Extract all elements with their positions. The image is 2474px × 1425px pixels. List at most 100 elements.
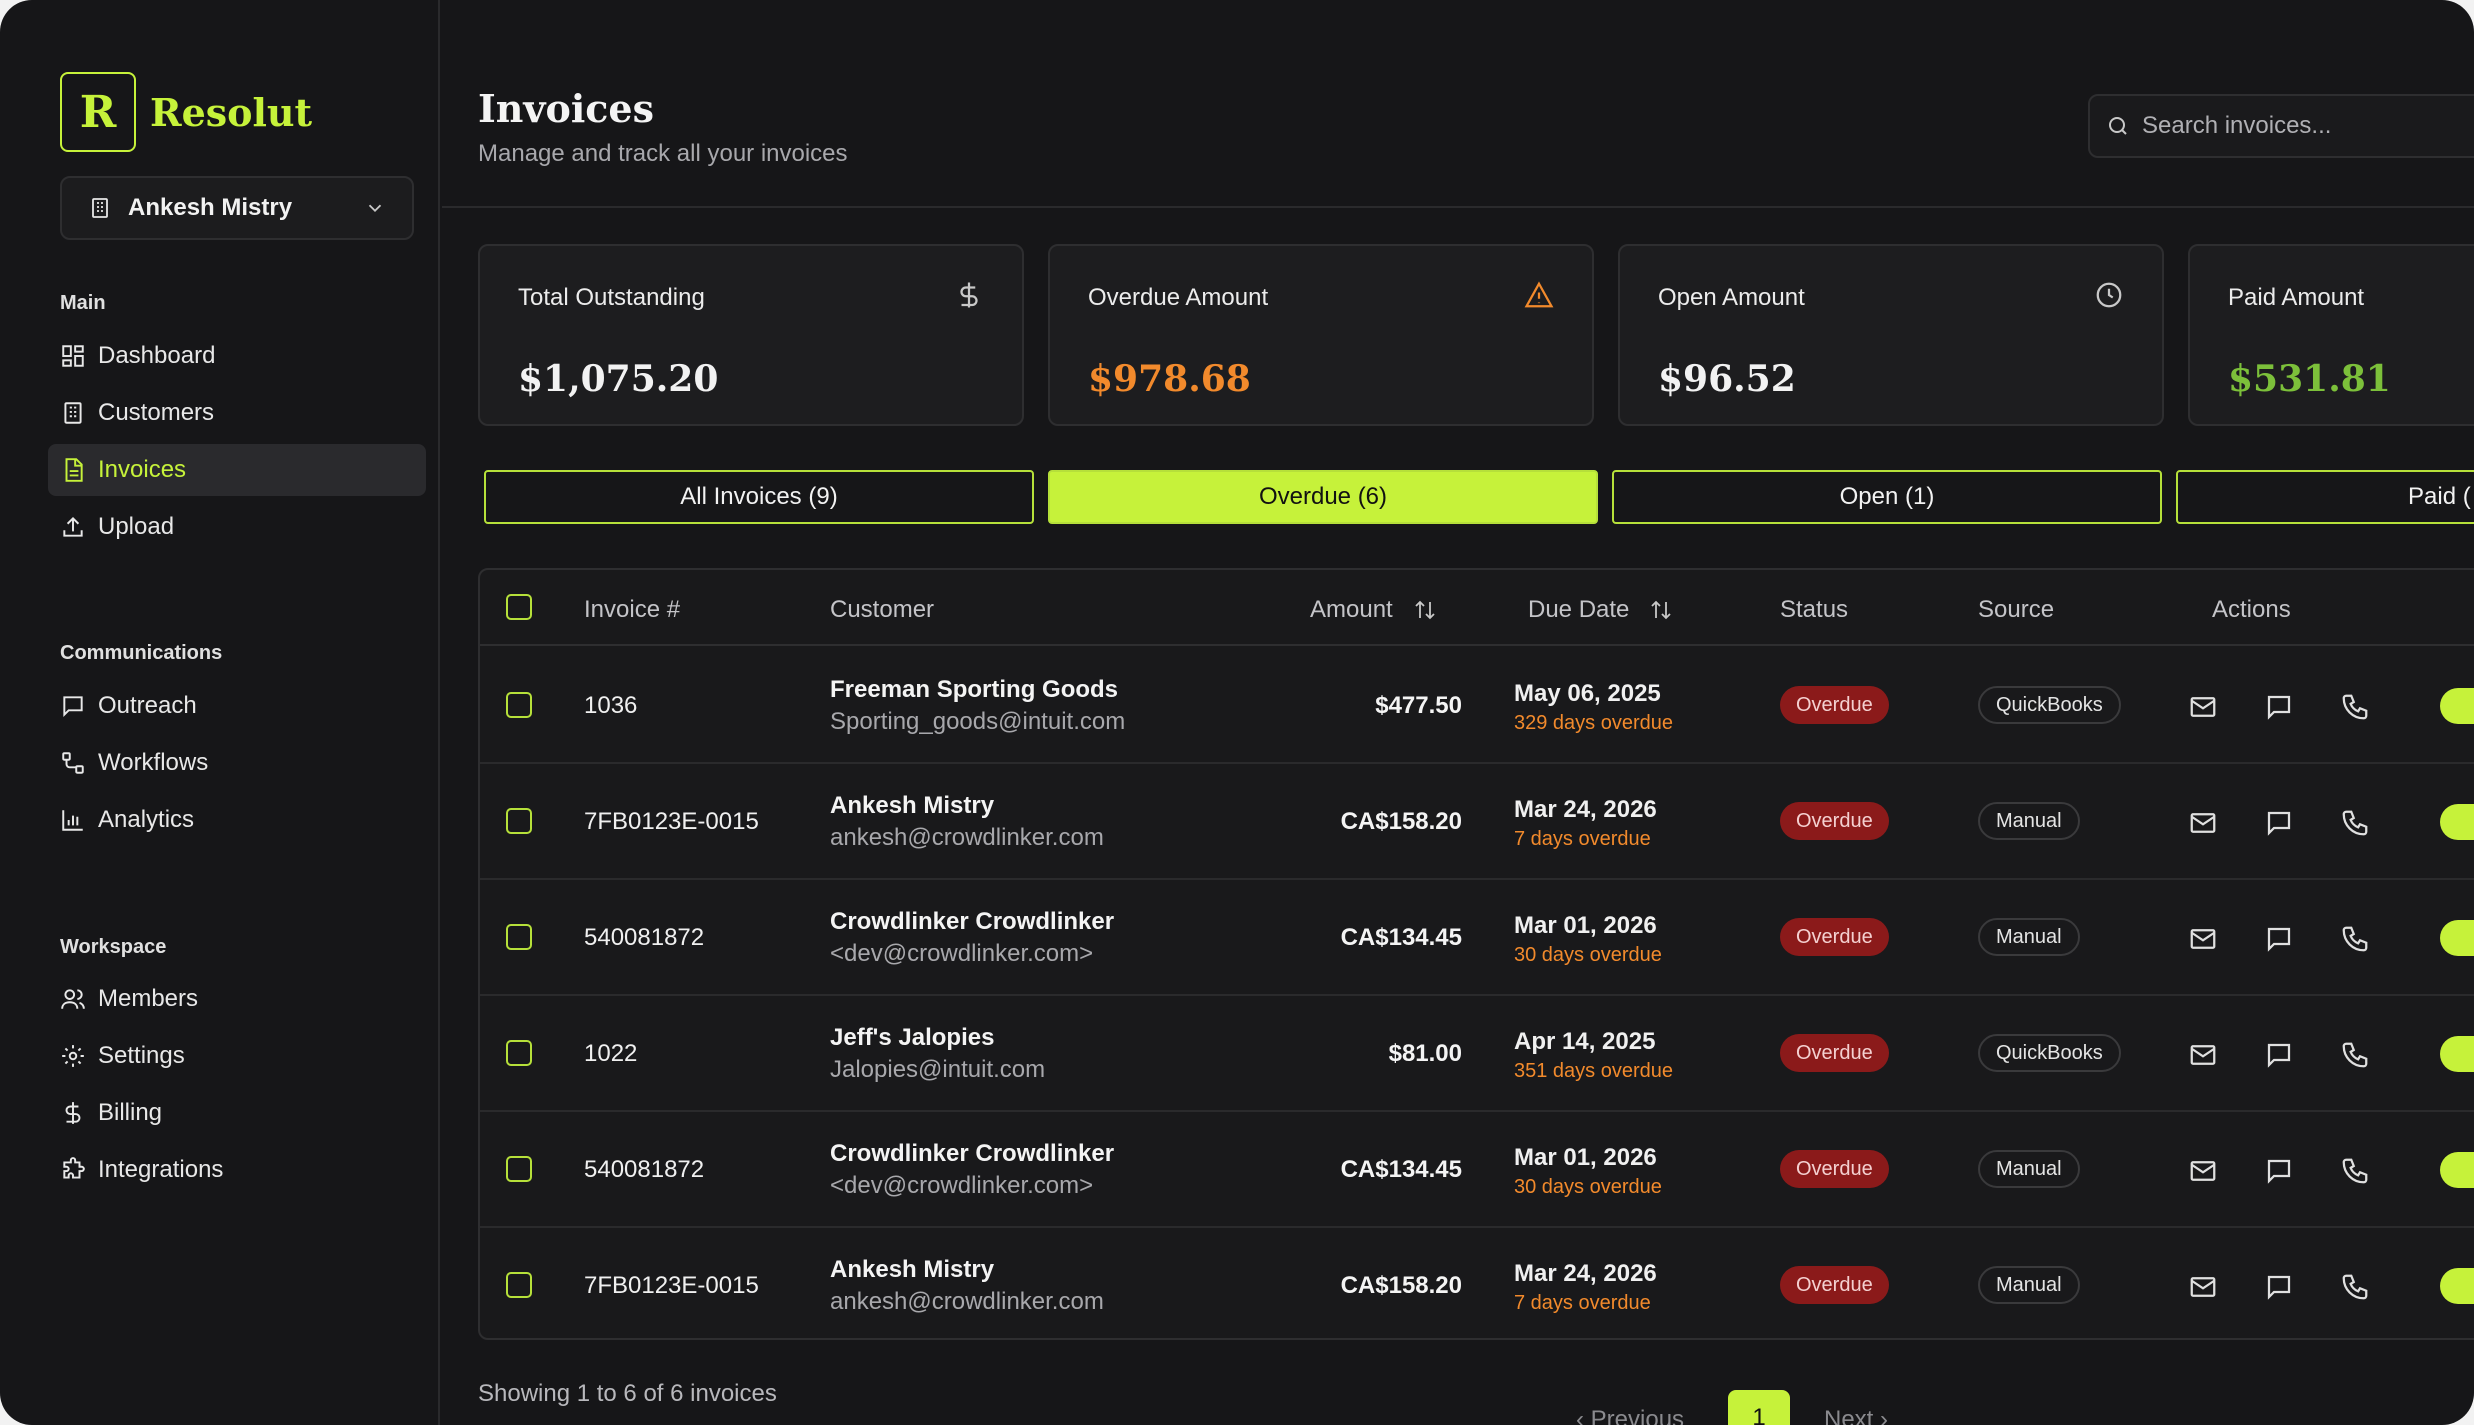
- tab-all-invoices[interactable]: All Invoices (9): [484, 470, 1034, 524]
- stat-card-paid-amount: Paid Amount $531.81: [2188, 244, 2474, 426]
- due-date: May 06, 2025: [1514, 680, 1661, 707]
- search-icon: [2109, 117, 2127, 135]
- message-icon[interactable]: [2264, 692, 2294, 722]
- sidebar-item-invoices[interactable]: Invoices: [48, 444, 426, 496]
- status-badge: Overdue: [1780, 686, 1889, 724]
- sidebar-item-label: Upload: [98, 513, 175, 540]
- table-row[interactable]: 540081872 Crowdlinker Crowdlinker <dev@c…: [480, 880, 2474, 996]
- reminder-toggle[interactable]: [2440, 1152, 2474, 1188]
- sidebar-item-label: Dashboard: [98, 342, 216, 369]
- sidebar-item-integrations[interactable]: Integrations: [48, 1144, 426, 1196]
- reminder-toggle[interactable]: [2440, 804, 2474, 840]
- sidebar-item-customers[interactable]: Customers: [48, 387, 426, 439]
- tab-overdue[interactable]: Overdue (6): [1048, 470, 1598, 524]
- sidebar-item-label: Workflows: [98, 749, 209, 776]
- due-date: Mar 01, 2026: [1514, 912, 1657, 939]
- sidebar-item-dashboard[interactable]: Dashboard: [48, 330, 426, 382]
- column-customer[interactable]: Customer: [830, 596, 934, 624]
- sidebar-item-label: Members: [98, 985, 199, 1012]
- phone-icon[interactable]: [2340, 1272, 2370, 1302]
- column-amount-header[interactable]: Amount: [1310, 596, 1437, 624]
- invoice-amount: $477.50: [1375, 692, 1462, 719]
- search-input[interactable]: [2142, 112, 2474, 140]
- dollar-icon: [65, 1102, 81, 1124]
- dashboard-icon: [62, 345, 84, 367]
- column-invoice[interactable]: Invoice #: [584, 596, 680, 624]
- reminder-toggle[interactable]: [2440, 688, 2474, 724]
- tab-paid[interactable]: Paid (: [2176, 470, 2474, 524]
- phone-icon[interactable]: [2340, 1040, 2370, 1070]
- status-badge: Overdue: [1780, 1266, 1889, 1304]
- source-badge: Manual: [1978, 918, 2080, 956]
- email-icon[interactable]: [2188, 692, 2218, 722]
- phone-icon[interactable]: [2340, 924, 2370, 954]
- select-all-checkbox[interactable]: [506, 594, 532, 620]
- message-icon[interactable]: [2264, 1040, 2294, 1070]
- org-name: Ankesh Mistry: [128, 194, 293, 221]
- gear-icon: [62, 1045, 84, 1067]
- email-icon[interactable]: [2188, 1156, 2218, 1186]
- invoice-amount: CA$134.45: [1340, 924, 1462, 951]
- reminder-toggle[interactable]: [2440, 920, 2474, 956]
- sidebar-item-outreach[interactable]: Outreach: [48, 680, 426, 732]
- sidebar-item-workflows[interactable]: Workflows: [48, 737, 426, 789]
- phone-icon[interactable]: [2340, 808, 2370, 838]
- sidebar-item-label: Settings: [98, 1042, 185, 1069]
- column-due-date-header[interactable]: Due Date: [1528, 596, 1673, 624]
- main-content: Invoices Manage and track all your invoi…: [442, 0, 2474, 1425]
- tab-open[interactable]: Open (1): [1612, 470, 2162, 524]
- overdue-days: 7 days overdue: [1514, 1292, 1651, 1314]
- previous-page-button[interactable]: ‹ Previous: [1576, 1406, 1684, 1425]
- table-row[interactable]: 7FB0123E-0015 Ankesh Mistry ankesh@crowd…: [480, 764, 2474, 880]
- column-source: Source: [1978, 596, 2055, 623]
- brand-logo[interactable]: R Resolut: [60, 72, 312, 152]
- message-icon[interactable]: [2264, 924, 2294, 954]
- message-icon[interactable]: [2264, 808, 2294, 838]
- message-icon[interactable]: [2264, 1272, 2294, 1302]
- email-icon[interactable]: [2188, 924, 2218, 954]
- column-amount: Amount: [1310, 596, 1393, 623]
- status-badge: Overdue: [1780, 1034, 1889, 1072]
- sidebar-item-members[interactable]: Members: [48, 973, 426, 1025]
- message-icon[interactable]: [2264, 1156, 2294, 1186]
- reminder-toggle[interactable]: [2440, 1268, 2474, 1304]
- column-status: Status: [1780, 596, 1849, 623]
- sidebar-item-upload[interactable]: Upload: [48, 501, 426, 553]
- warning-icon: [1524, 281, 1554, 308]
- sidebar-item-billing[interactable]: Billing: [48, 1087, 426, 1139]
- email-icon[interactable]: [2188, 808, 2218, 838]
- sidebar-item-label: Analytics: [98, 806, 195, 833]
- file-icon: [65, 458, 83, 482]
- nav-section-workspace: Workspace: [60, 936, 167, 958]
- sort-icon: [1415, 600, 1435, 620]
- source-badge: QuickBooks: [1978, 686, 2121, 724]
- table-row[interactable]: 1022 Jeff's Jalopies Jalopies@intuit.com…: [480, 996, 2474, 1112]
- chart-icon: [62, 810, 83, 831]
- sidebar-item-label: Invoices: [98, 456, 187, 483]
- phone-icon[interactable]: [2340, 1156, 2370, 1186]
- table-row[interactable]: 540081872 Crowdlinker Crowdlinker <dev@c…: [480, 1112, 2474, 1228]
- status-badge: Overdue: [1780, 918, 1889, 956]
- next-page-button[interactable]: Next ›: [1824, 1406, 1888, 1425]
- table-header: Invoice # Customer Amount Due Date Statu…: [480, 570, 2474, 646]
- status-badge: Overdue: [1780, 1150, 1889, 1188]
- email-icon[interactable]: [2188, 1040, 2218, 1070]
- overdue-days: 329 days overdue: [1514, 712, 1674, 734]
- sidebar-item-settings[interactable]: Settings: [48, 1030, 426, 1082]
- sidebar-item-label: Integrations: [98, 1156, 224, 1183]
- stat-label: Paid Amount: [2228, 284, 2365, 311]
- search-box[interactable]: [2088, 94, 2474, 158]
- org-selector[interactable]: Ankesh Mistry: [60, 176, 414, 240]
- due-date: Mar 01, 2026: [1514, 1144, 1657, 1171]
- table-row[interactable]: 1036 Freeman Sporting Goods Sporting_goo…: [480, 648, 2474, 764]
- table-row[interactable]: 7FB0123E-0015 Ankesh Mistry ankesh@crowd…: [480, 1228, 2474, 1338]
- phone-icon[interactable]: [2340, 692, 2370, 722]
- overdue-days: 30 days overdue: [1514, 1176, 1662, 1198]
- email-icon[interactable]: [2188, 1272, 2218, 1302]
- upload-icon: [63, 516, 83, 537]
- stat-label: Total Outstanding: [518, 284, 705, 311]
- page-1-button[interactable]: 1: [1728, 1390, 1790, 1425]
- reminder-toggle[interactable]: [2440, 1036, 2474, 1072]
- sidebar-item-analytics[interactable]: Analytics: [48, 794, 426, 846]
- page-subtitle: Manage and track all your invoices: [478, 140, 848, 167]
